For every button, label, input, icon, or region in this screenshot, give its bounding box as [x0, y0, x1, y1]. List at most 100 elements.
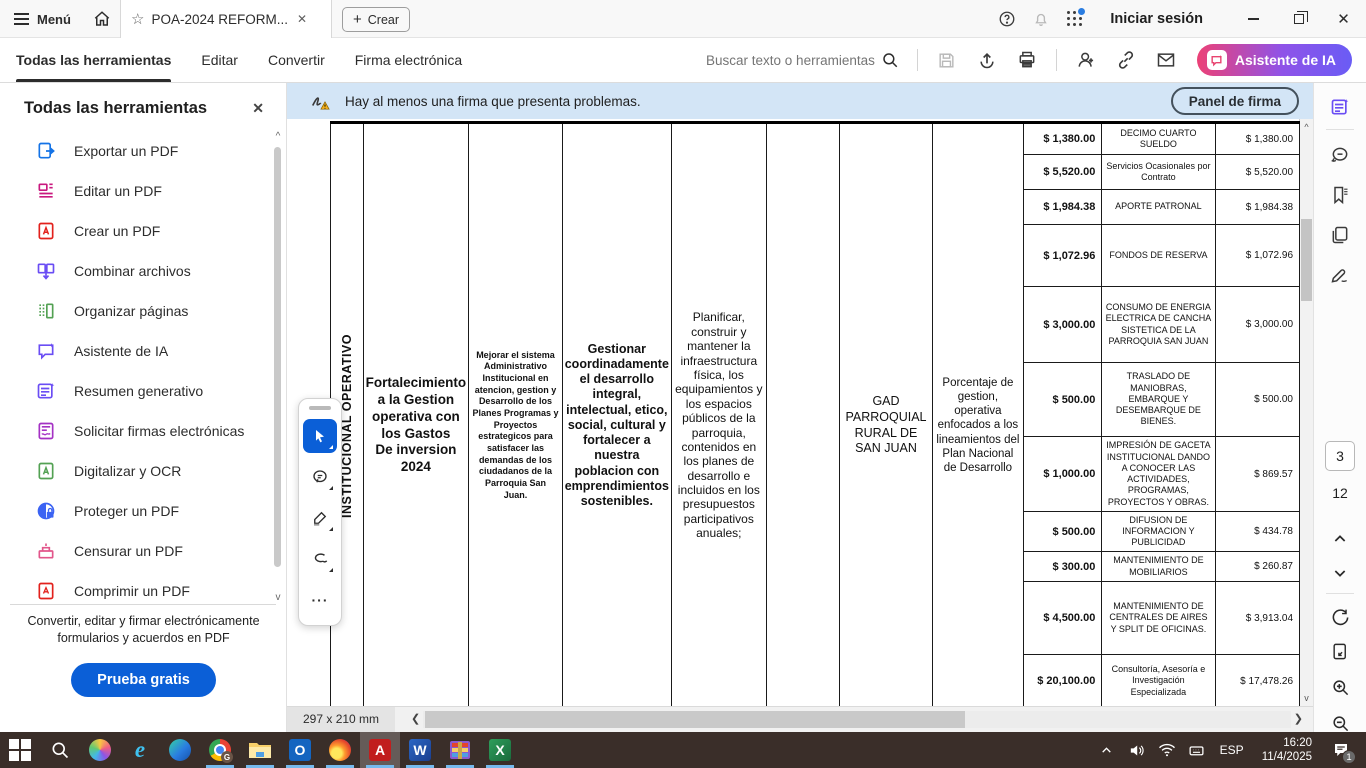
ai-assistant-button[interactable]: Asistente de IA	[1197, 44, 1352, 76]
taskbar-edge-button[interactable]	[160, 732, 200, 768]
page-thumbnails-button[interactable]	[1323, 219, 1357, 251]
taskbar-winrar-button[interactable]	[440, 732, 480, 768]
volume-icon[interactable]	[1124, 732, 1150, 768]
tab-todas-las-herramientas[interactable]: Todas las herramientas	[16, 38, 171, 82]
document-tab[interactable]: ☆ POA-2024 REFORM... ✕	[120, 0, 332, 38]
tool-item-organizar-paginas[interactable]: Organizar páginas	[0, 291, 270, 331]
scroll-up-icon[interactable]: ^	[1300, 122, 1313, 132]
touch-keyboard-icon[interactable]	[1184, 732, 1210, 768]
tab-convertir[interactable]: Convertir	[268, 38, 325, 82]
sign-in-label[interactable]: Iniciar sesión	[1110, 11, 1203, 27]
taskbar-copilot-button[interactable]	[80, 732, 120, 768]
restore-button[interactable]	[1276, 0, 1321, 38]
email-button[interactable]	[1147, 43, 1185, 77]
share-button[interactable]	[968, 43, 1006, 77]
apps-button[interactable]	[1058, 0, 1092, 38]
create-button[interactable]: + Crear	[342, 7, 410, 32]
wifi-icon[interactable]	[1154, 732, 1180, 768]
tool-item-combinar-archivos[interactable]: Combinar archivos	[0, 251, 270, 291]
comment-tool-button[interactable]	[303, 460, 337, 494]
help-button[interactable]	[990, 0, 1024, 38]
scroll-left-icon[interactable]: ❮	[411, 712, 420, 725]
home-button[interactable]	[88, 7, 116, 31]
draw-tool-button[interactable]	[303, 501, 337, 535]
comments-button[interactable]	[1323, 139, 1357, 171]
minimize-button[interactable]	[1231, 0, 1276, 38]
notification-center-button[interactable]: 1	[1324, 732, 1358, 768]
zoom-in-button[interactable]	[1323, 671, 1357, 703]
table-cell-ejecutado: $ 17,478.26	[1215, 655, 1299, 707]
link-button[interactable]	[1107, 43, 1145, 77]
palette-drag-handle[interactable]	[309, 406, 331, 410]
divider	[1326, 129, 1354, 130]
next-page-button[interactable]	[1323, 557, 1357, 589]
panel-scroll-thumb[interactable]	[274, 147, 281, 567]
signatures-button[interactable]	[1323, 259, 1357, 291]
fit-page-button[interactable]	[1323, 635, 1357, 667]
table-cell-concepto: MANTENIMIENTO DE CENTRALES DE AIRES Y SP…	[1102, 582, 1215, 655]
tool-item-asistente-ia[interactable]: Asistente de IA	[0, 331, 270, 371]
taskbar-word-button[interactable]: W	[400, 732, 440, 768]
tool-item-comprimir-pdf[interactable]: Comprimir un PDF	[0, 571, 270, 603]
notifications-button[interactable]	[1024, 0, 1058, 38]
tool-item-crear-pdf[interactable]: Crear un PDF	[0, 211, 270, 251]
file-explorer-icon	[248, 740, 272, 760]
taskbar-firefox-button[interactable]	[320, 732, 360, 768]
menu-button[interactable]: Menú	[14, 0, 71, 38]
taskbar-excel-button[interactable]: X	[480, 732, 520, 768]
start-button[interactable]	[0, 732, 40, 768]
scroll-right-icon[interactable]: ❯	[1294, 712, 1303, 725]
taskbar-outlook-button[interactable]: O	[280, 732, 320, 768]
document-horizontal-scrollbar[interactable]	[423, 711, 1291, 728]
add-user-button[interactable]	[1067, 43, 1105, 77]
quick-tools-palette[interactable]: ···	[298, 398, 342, 626]
clock[interactable]: 16:20 11/4/2025	[1254, 736, 1320, 765]
tool-item-solicitar-firmas[interactable]: Solicitar firmas electrónicas	[0, 411, 270, 451]
star-icon[interactable]: ☆	[131, 10, 144, 28]
tab-close-icon[interactable]: ✕	[297, 12, 307, 26]
lasso-tool-button[interactable]	[303, 542, 337, 576]
search-box[interactable]	[705, 51, 899, 69]
scroll-down-icon[interactable]: v	[272, 592, 284, 603]
current-page-box[interactable]: 3	[1325, 441, 1355, 471]
search-icon[interactable]	[881, 51, 899, 69]
taskbar-search-button[interactable]	[40, 732, 80, 768]
create-pdf-icon	[36, 221, 56, 241]
tab-firma-electronica[interactable]: Firma electrónica	[355, 38, 462, 82]
print-button[interactable]	[1008, 43, 1046, 77]
tool-item-exportar-pdf[interactable]: Exportar un PDF	[0, 131, 270, 171]
rotate-page-button[interactable]	[1323, 601, 1357, 633]
generative-summary-button[interactable]	[1323, 91, 1357, 123]
tool-item-editar-pdf[interactable]: Editar un PDF	[0, 171, 270, 211]
free-trial-button[interactable]: Prueba gratis	[71, 663, 216, 697]
taskbar-chrome-button[interactable]: G	[200, 732, 240, 768]
save-button[interactable]	[928, 43, 966, 77]
select-tool-button[interactable]	[303, 419, 337, 453]
document-area: Hay al menos una firma que presenta prob…	[287, 83, 1313, 732]
zoom-out-icon	[1331, 714, 1350, 733]
taskbar-explorer-button[interactable]	[240, 732, 280, 768]
close-button[interactable]: ✕	[1321, 0, 1366, 38]
tab-editar[interactable]: Editar	[201, 38, 238, 82]
bookmarks-button[interactable]	[1323, 179, 1357, 211]
search-input[interactable]	[705, 53, 875, 68]
tray-chevron-up-icon[interactable]	[1094, 732, 1120, 768]
scroll-up-icon[interactable]: ^	[272, 131, 284, 142]
scan-ocr-icon	[36, 461, 56, 481]
taskbar-acrobat-button[interactable]: A	[360, 732, 400, 768]
tool-item-censurar-pdf[interactable]: Censurar un PDF	[0, 531, 270, 571]
tool-item-resumen-generativo[interactable]: Resumen generativo	[0, 371, 270, 411]
scroll-down-icon[interactable]: v	[1300, 693, 1313, 703]
more-tools-button[interactable]: ···	[303, 583, 337, 617]
tool-item-digitalizar-ocr[interactable]: Digitalizar y OCR	[0, 451, 270, 491]
vertical-scroll-thumb[interactable]	[1301, 219, 1312, 301]
panel-scrollbar[interactable]: ^ v	[272, 131, 284, 603]
taskbar-ie-button[interactable]: e	[120, 732, 160, 768]
language-indicator[interactable]: ESP	[1214, 743, 1250, 757]
previous-page-button[interactable]	[1323, 523, 1357, 555]
document-vertical-scrollbar[interactable]: ^ v	[1300, 119, 1313, 706]
horizontal-scroll-thumb[interactable]	[425, 711, 965, 728]
tool-item-proteger-pdf[interactable]: Proteger un PDF	[0, 491, 270, 531]
panel-close-icon[interactable]: ✕	[252, 100, 264, 117]
signature-panel-button[interactable]: Panel de firma	[1171, 87, 1299, 115]
